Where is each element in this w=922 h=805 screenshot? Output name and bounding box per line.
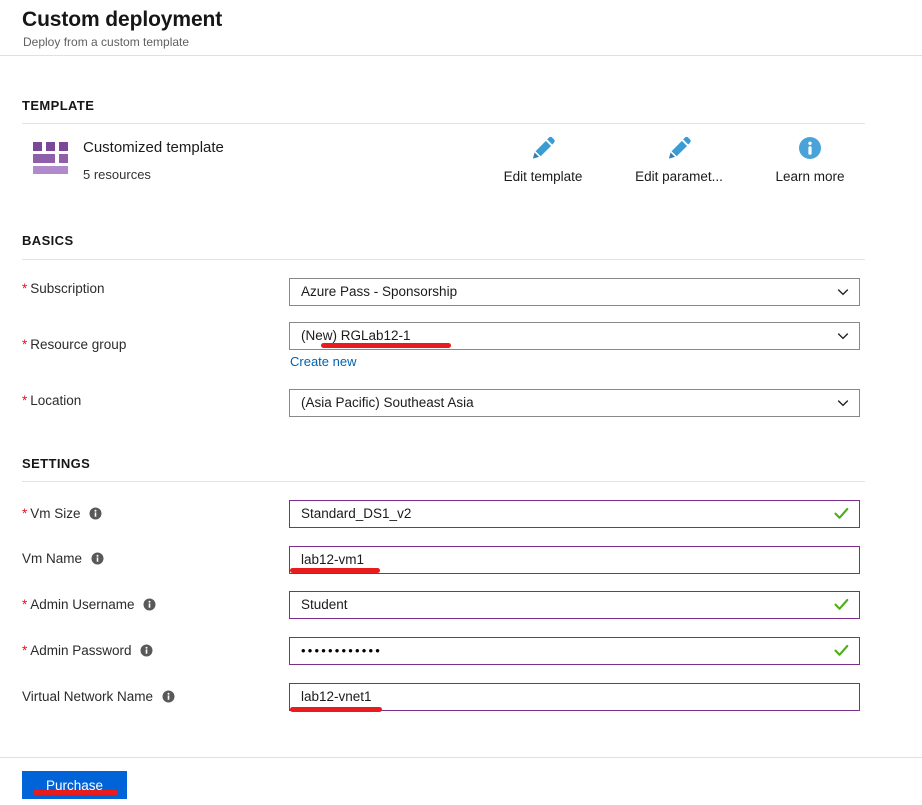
subscription-value: Azure Pass - Sponsorship: [301, 284, 458, 299]
edit-parameters-label: Edit paramet...: [635, 169, 723, 184]
section-heading-template: TEMPLATE: [22, 98, 95, 113]
admin-username-label-text: Admin Username: [30, 597, 135, 612]
admin-password-label: * Admin Password: [22, 643, 153, 660]
template-resource-count: 5 resources: [83, 167, 151, 182]
admin-password-input[interactable]: ••••••••••••: [289, 637, 860, 665]
pencil-icon: [468, 132, 618, 164]
vm-size-input[interactable]: Standard_DS1_v2: [289, 500, 860, 528]
admin-password-value: ••••••••••••: [301, 643, 383, 658]
edit-template-button[interactable]: Edit template: [468, 132, 618, 184]
info-icon[interactable]: [162, 690, 175, 706]
chevron-down-icon: [836, 396, 850, 415]
vm-size-label-text: Vm Size: [30, 506, 81, 521]
chevron-down-icon: [836, 285, 850, 304]
info-icon[interactable]: [143, 598, 156, 614]
annotation-underline-purchase: [33, 790, 118, 795]
admin-username-value: Student: [301, 597, 348, 612]
edit-template-label: Edit template: [503, 169, 583, 184]
required-asterisk: *: [22, 597, 28, 612]
required-asterisk: *: [22, 281, 28, 296]
vnet-name-label-text: Virtual Network Name: [22, 689, 154, 704]
template-grid-icon: [33, 142, 71, 176]
subscription-select[interactable]: Azure Pass - Sponsorship: [289, 278, 860, 306]
required-asterisk: *: [22, 643, 28, 658]
info-icon[interactable]: [89, 507, 102, 523]
pencil-icon: [604, 132, 754, 164]
section-divider-settings: [22, 481, 865, 482]
valid-check-icon: [833, 596, 850, 618]
vnet-name-label: Virtual Network Name: [22, 689, 175, 706]
location-label: * Location: [22, 393, 81, 408]
page-title: Custom deployment: [22, 8, 223, 31]
section-heading-settings: SETTINGS: [22, 456, 91, 471]
template-name: Customized template: [83, 139, 224, 156]
subscription-label-text: Subscription: [30, 281, 105, 296]
resource-group-label: * Resource group: [22, 337, 126, 352]
section-divider-template: [22, 123, 865, 124]
annotation-underline-resource-group: [321, 343, 451, 348]
info-circle-icon: [735, 132, 885, 164]
admin-username-input[interactable]: Student: [289, 591, 860, 619]
location-select[interactable]: (Asia Pacific) Southeast Asia: [289, 389, 860, 417]
page-header: Custom deployment Deploy from a custom t…: [0, 0, 922, 56]
location-value: (Asia Pacific) Southeast Asia: [301, 395, 474, 410]
subscription-label: * Subscription: [22, 281, 105, 296]
admin-username-label: * Admin Username: [22, 597, 156, 614]
section-heading-basics: BASICS: [22, 233, 74, 248]
info-icon[interactable]: [91, 552, 104, 568]
annotation-underline-vnet-name: [290, 707, 382, 712]
valid-check-icon: [833, 505, 850, 527]
location-label-text: Location: [30, 393, 82, 408]
required-asterisk: *: [22, 393, 28, 408]
learn-more-button[interactable]: Learn more: [735, 132, 885, 184]
valid-check-icon: [833, 642, 850, 664]
vm-name-label-text: Vm Name: [22, 551, 83, 566]
required-asterisk: *: [22, 506, 28, 521]
section-divider-basics: [22, 259, 865, 260]
create-new-link[interactable]: Create new: [290, 354, 356, 369]
vm-name-label: Vm Name: [22, 551, 104, 568]
vm-size-label: * Vm Size: [22, 506, 102, 523]
admin-password-label-text: Admin Password: [30, 643, 132, 658]
learn-more-label: Learn more: [775, 169, 845, 184]
resource-group-label-text: Resource group: [30, 337, 127, 352]
page-subtitle: Deploy from a custom template: [23, 35, 190, 49]
chevron-down-icon: [836, 329, 850, 348]
footer-divider: [0, 757, 922, 758]
required-asterisk: *: [22, 337, 28, 352]
info-icon[interactable]: [140, 644, 153, 660]
vm-size-value: Standard_DS1_v2: [301, 506, 412, 521]
annotation-underline-vm-name: [290, 568, 380, 573]
edit-parameters-button[interactable]: Edit paramet...: [604, 132, 754, 184]
